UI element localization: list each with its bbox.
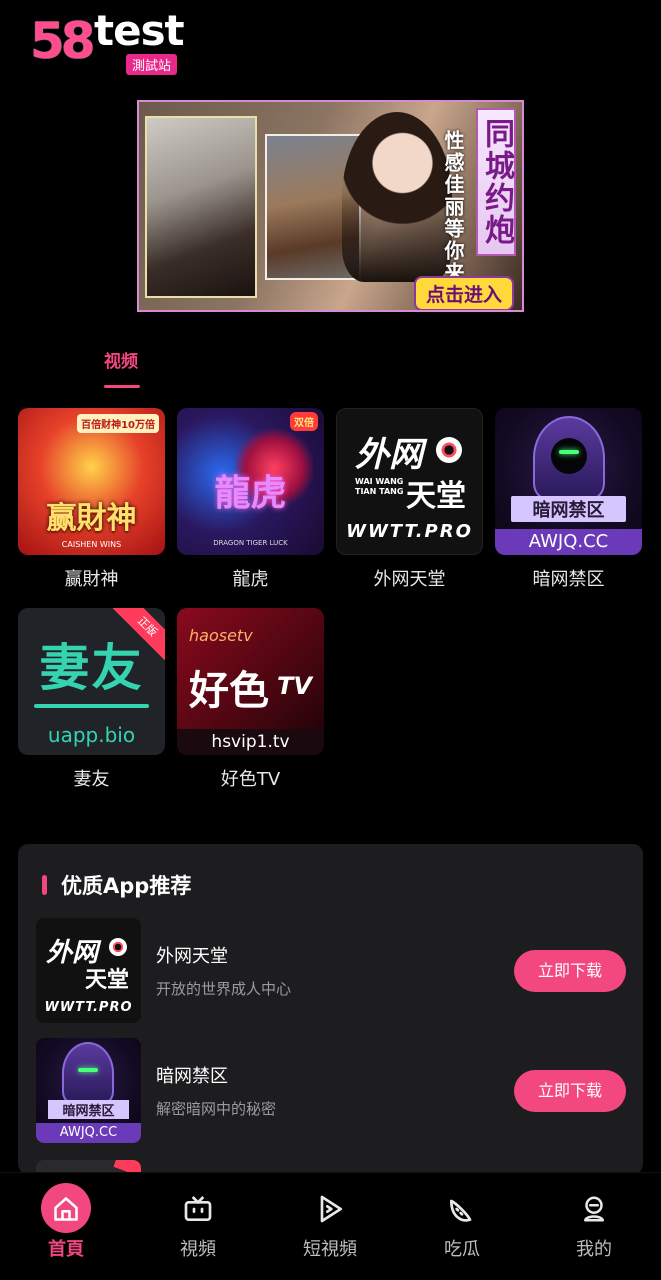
app-name: 外网天堂 <box>373 569 446 590</box>
panel-accent-bar <box>42 875 47 895</box>
app-item-qiyou[interactable]: 正版 妻友 uapp.bio 妻友 <box>18 608 165 791</box>
bottom-nav: 首頁 視頻 短視頻 吃瓜 我的 <box>0 1172 661 1280</box>
app-domain: AWJQ.CC <box>495 529 642 555</box>
nav-video[interactable]: 視頻 <box>132 1173 264 1280</box>
tv-icon <box>174 1185 222 1233</box>
site-logo: 58 test 測試站 <box>28 6 208 75</box>
app-tile-text-2: 天堂 <box>406 479 466 514</box>
nav-profile[interactable]: 我的 <box>528 1173 660 1280</box>
app-icon-awjq[interactable]: 暗网禁区 AWJQ.CC <box>495 408 642 555</box>
nav-short-video[interactable]: 短視頻 <box>264 1173 396 1280</box>
category-tabs: 视频 <box>104 347 140 388</box>
panel-header: 优质App推荐 <box>42 870 191 900</box>
app-tile-sub: DRAGON TIGER LUCK <box>213 539 288 547</box>
app-name: 龍虎 <box>232 569 269 590</box>
app-tile-script: haosetv <box>189 626 253 645</box>
nav-label: 我的 <box>576 1239 612 1260</box>
app-badge: 百倍财神10万倍 <box>77 414 159 433</box>
logo-word: test <box>94 6 185 55</box>
nav-label: 吃瓜 <box>444 1239 480 1260</box>
app-tile-text: 龍虎 <box>214 473 287 514</box>
nav-label: 首頁 <box>48 1239 84 1260</box>
download-button[interactable]: 立即下载 <box>514 1070 626 1112</box>
app-tile-tv: TV <box>277 672 312 700</box>
recommend-row[interactable]: 暗网禁区 AWJQ.CC 暗网禁区 解密暗网中的秘密 立即下载 <box>36 1038 626 1144</box>
recommend-app-icon[interactable]: 暗网禁区 AWJQ.CC <box>36 1038 141 1143</box>
home-icon <box>42 1185 90 1233</box>
app-tile-text: 妻友 <box>39 639 144 697</box>
icon-domain: WWTT.PRO <box>44 1000 133 1015</box>
download-button[interactable]: 立即下载 <box>514 950 626 992</box>
tab-video[interactable]: 视频 <box>104 347 138 372</box>
icon-text: 暗网禁区 <box>48 1100 129 1119</box>
nav-melon[interactable]: 吃瓜 <box>396 1173 528 1280</box>
app-tile-small: WAI WANG TIAN TANG <box>355 477 404 496</box>
app-name: 好色TV <box>220 769 281 790</box>
app-icon-wwtt[interactable]: 外网 WAI WANG TIAN TANG 天堂 WWTT.PRO <box>336 408 483 555</box>
melon-icon <box>438 1185 486 1233</box>
promo-banner[interactable]: 性感佳丽等你来约 同城约炮 点击进入 <box>137 100 524 312</box>
app-name: 暗网禁区 <box>532 569 605 590</box>
banner-title: 同城约炮 <box>476 108 516 256</box>
app-tile-text: 赢財神 <box>46 501 137 536</box>
app-domain: WWTT.PRO <box>346 521 473 542</box>
logo-subtitle: 測試站 <box>126 54 178 75</box>
app-domain: hsvip1.tv <box>177 729 324 755</box>
eye-icon <box>436 437 462 463</box>
play-icon <box>306 1185 354 1233</box>
app-tile-text-1: 外网 <box>355 435 423 475</box>
nav-label: 視頻 <box>180 1239 216 1260</box>
icon-domain: AWJQ.CC <box>36 1123 141 1143</box>
app-icon-haose[interactable]: haosetv 好色 TV hsvip1.tv <box>177 608 324 755</box>
app-domain: uapp.bio <box>47 723 136 747</box>
hacker-hood-icon <box>62 1042 114 1104</box>
banner-cta-button[interactable]: 点击进入 <box>413 276 514 310</box>
app-tile-sub: CAISHEN WINS <box>61 540 122 549</box>
icon-text-2: 天堂 <box>84 968 129 993</box>
tile-divider <box>34 704 149 708</box>
recommend-panel: 优质App推荐 外网 天堂 WWTT.PRO 外网天堂 开放的世界成人中心 立即… <box>18 844 643 1174</box>
app-item-caishen[interactable]: 百倍财神10万倍 赢財神 CAISHEN WINS 赢財神 <box>18 408 165 591</box>
app-item-longhu[interactable]: 双倍 龍虎 DRAGON TIGER LUCK 龍虎 <box>177 408 324 591</box>
recommend-app-name: 外网天堂 <box>156 946 228 967</box>
nav-home[interactable]: 首頁 <box>0 1173 132 1280</box>
hacker-face <box>551 438 587 474</box>
app-icon-qiyou[interactable]: 正版 妻友 uapp.bio <box>18 608 165 755</box>
recommend-row[interactable]: 外网 天堂 WWTT.PRO 外网天堂 开放的世界成人中心 立即下载 <box>36 918 626 1024</box>
app-name: 妻友 <box>73 769 110 790</box>
app-item-wwtt[interactable]: 外网 WAI WANG TIAN TANG 天堂 WWTT.PRO 外网天堂 <box>336 408 483 591</box>
tab-active-indicator <box>104 385 140 388</box>
app-badge: 双倍 <box>290 412 318 431</box>
recommend-app-icon[interactable]: 外网 天堂 WWTT.PRO <box>36 918 141 1023</box>
panel-title: 优质App推荐 <box>61 874 192 898</box>
hacker-eyes <box>78 1068 98 1072</box>
app-icon-caishen[interactable]: 百倍财神10万倍 赢財神 CAISHEN WINS <box>18 408 165 555</box>
banner-photo-1 <box>145 116 257 298</box>
app-item-haose[interactable]: haosetv 好色 TV hsvip1.tv 好色TV <box>177 608 324 791</box>
eye-icon <box>109 938 127 956</box>
profile-icon <box>570 1185 618 1233</box>
logo-number: 58 <box>30 12 96 70</box>
recommend-app-desc: 解密暗网中的秘密 <box>156 1100 277 1118</box>
app-item-awjq[interactable]: 暗网禁区 AWJQ.CC 暗网禁区 <box>495 408 642 591</box>
app-tile-text: 好色 <box>189 668 269 714</box>
app-icon-longhu[interactable]: 双倍 龍虎 DRAGON TIGER LUCK <box>177 408 324 555</box>
nav-label: 短視頻 <box>303 1239 357 1260</box>
app-tile-text: 暗网禁区 <box>511 496 626 522</box>
banner-model-image <box>342 112 452 282</box>
app-name: 赢財神 <box>64 569 119 590</box>
hacker-eyes <box>559 450 579 454</box>
recommend-app-name: 暗网禁区 <box>156 1066 228 1087</box>
recommend-app-desc: 开放的世界成人中心 <box>156 980 292 998</box>
